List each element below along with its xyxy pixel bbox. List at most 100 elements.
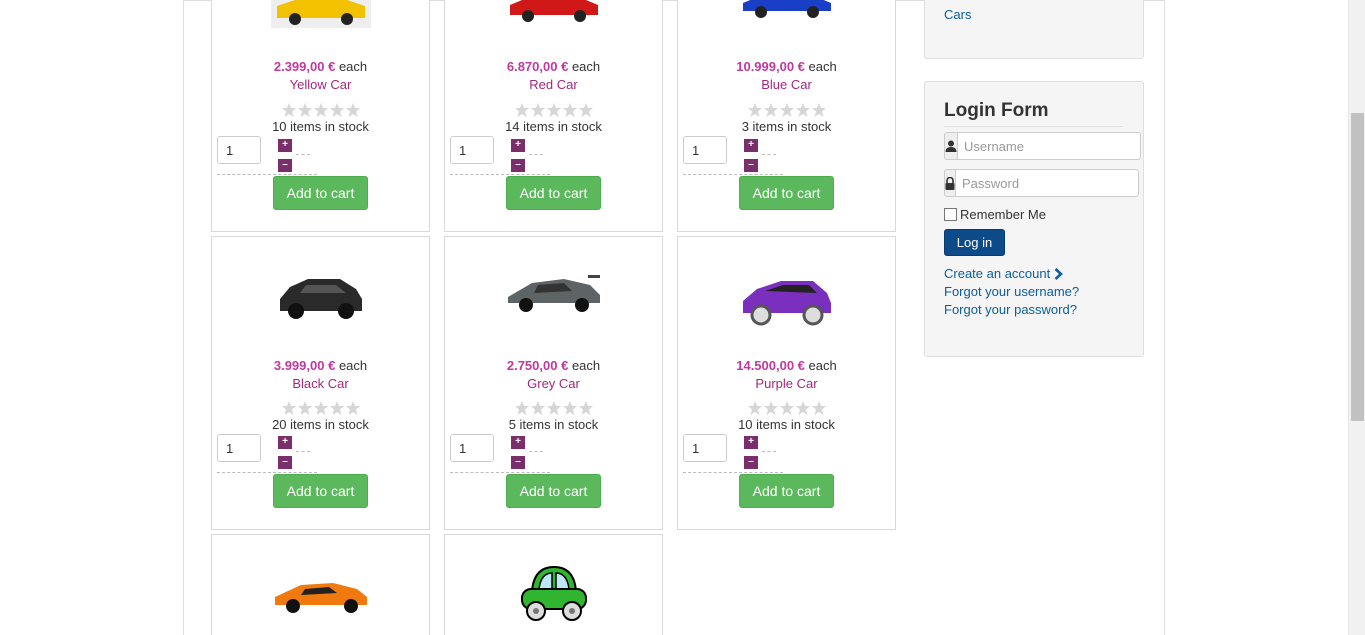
forgot-password-link[interactable]: Forgot your password? bbox=[944, 302, 1077, 317]
star-icon[interactable] bbox=[747, 102, 763, 118]
star-icon[interactable] bbox=[329, 102, 345, 118]
star-icon[interactable] bbox=[281, 400, 297, 416]
product-name-link[interactable]: Grey Car bbox=[445, 376, 662, 391]
star-icon[interactable] bbox=[297, 400, 313, 416]
cartoon-car-image bbox=[520, 565, 587, 621]
stock-text: 10 items in stock bbox=[272, 119, 369, 134]
product-image[interactable] bbox=[678, 0, 895, 21]
rating-stars[interactable] bbox=[212, 400, 429, 416]
quantity-decrease-button[interactable]: – bbox=[511, 456, 525, 469]
star-icon[interactable] bbox=[345, 400, 361, 416]
star-icon[interactable] bbox=[811, 400, 827, 416]
star-icon[interactable] bbox=[763, 400, 779, 416]
star-icon[interactable] bbox=[578, 400, 594, 416]
star-icon[interactable] bbox=[578, 102, 594, 118]
rating-stars[interactable] bbox=[445, 102, 662, 118]
quantity-input[interactable] bbox=[217, 136, 261, 164]
star-icon[interactable] bbox=[530, 102, 546, 118]
login-button[interactable]: Log in bbox=[944, 229, 1005, 256]
product-image[interactable] bbox=[445, 0, 662, 25]
star-icon[interactable] bbox=[546, 400, 562, 416]
star-icon[interactable] bbox=[546, 102, 562, 118]
add-to-cart-button[interactable]: Add to cart bbox=[506, 474, 601, 508]
star-icon[interactable] bbox=[562, 102, 578, 118]
product-name-link[interactable]: Blue Car bbox=[678, 77, 895, 92]
add-to-cart-button[interactable]: Add to cart bbox=[739, 176, 834, 210]
quantity-input[interactable] bbox=[217, 434, 261, 462]
quantity-increase-button[interactable]: + bbox=[511, 139, 525, 152]
quantity-input[interactable] bbox=[450, 434, 494, 462]
star-icon[interactable] bbox=[779, 400, 795, 416]
star-icon[interactable] bbox=[329, 400, 345, 416]
star-icon[interactable] bbox=[281, 102, 297, 118]
price-line: 2.750,00 € each bbox=[445, 358, 662, 373]
star-icon[interactable] bbox=[562, 400, 578, 416]
stock-text: 14 items in stock bbox=[505, 119, 602, 134]
product-name-link[interactable]: Red Car bbox=[445, 77, 662, 92]
create-account-link[interactable]: Create an account bbox=[944, 266, 1064, 281]
rating-stars[interactable] bbox=[445, 400, 662, 416]
star-icon[interactable] bbox=[763, 102, 779, 118]
rating-stars[interactable] bbox=[212, 102, 429, 118]
divider bbox=[944, 126, 1123, 127]
add-to-cart-button[interactable]: Add to cart bbox=[739, 474, 834, 508]
product-name-link[interactable]: Yellow Car bbox=[212, 77, 429, 92]
page-scrollbar[interactable] bbox=[1348, 0, 1365, 635]
login-form-title: Login Form bbox=[944, 100, 1049, 121]
price-unit: each bbox=[808, 358, 837, 373]
quantity-increase-button[interactable]: + bbox=[278, 436, 292, 449]
star-icon[interactable] bbox=[514, 400, 530, 416]
quantity-decrease-button[interactable]: – bbox=[744, 456, 758, 469]
add-to-cart-button[interactable]: Add to cart bbox=[506, 176, 601, 210]
star-icon[interactable] bbox=[345, 102, 361, 118]
quantity-decrease-button[interactable]: – bbox=[278, 456, 292, 469]
car-image bbox=[270, 0, 371, 28]
star-icon[interactable] bbox=[779, 102, 795, 118]
product-image[interactable] bbox=[445, 267, 662, 319]
star-icon[interactable] bbox=[297, 102, 313, 118]
add-to-cart-button[interactable]: Add to cart bbox=[273, 176, 368, 210]
car-image bbox=[507, 275, 600, 312]
remember-me-label[interactable]: Remember Me bbox=[960, 207, 1046, 222]
category-link-cars[interactable]: Cars bbox=[944, 7, 971, 22]
forgot-username-link[interactable]: Forgot your username? bbox=[944, 284, 1079, 299]
star-icon[interactable] bbox=[747, 400, 763, 416]
product-name-link[interactable]: Purple Car bbox=[678, 376, 895, 391]
quantity-decrease-button[interactable]: – bbox=[511, 159, 525, 172]
username-input[interactable] bbox=[957, 132, 1141, 160]
add-to-cart-button[interactable]: Add to cart bbox=[273, 474, 368, 508]
quantity-input[interactable] bbox=[683, 136, 727, 164]
product-name-link[interactable]: Black Car bbox=[212, 376, 429, 391]
quantity-increase-button[interactable]: + bbox=[278, 139, 292, 152]
quantity-increase-button[interactable]: + bbox=[744, 436, 758, 449]
star-icon[interactable] bbox=[530, 400, 546, 416]
product-image[interactable] bbox=[212, 265, 429, 325]
star-icon[interactable] bbox=[313, 400, 329, 416]
product-image[interactable] bbox=[678, 273, 895, 329]
product-image[interactable] bbox=[212, 575, 429, 615]
stock-text: 10 items in stock bbox=[738, 417, 835, 432]
star-icon[interactable] bbox=[795, 102, 811, 118]
password-input[interactable] bbox=[955, 169, 1139, 197]
product-card: 6.870,00 € each Red Car 14 items in stoc… bbox=[444, 0, 663, 232]
product-image[interactable] bbox=[445, 561, 662, 627]
create-account-label[interactable]: Create an account bbox=[944, 266, 1050, 281]
quantity-decrease-button[interactable]: – bbox=[744, 159, 758, 172]
star-icon[interactable] bbox=[313, 102, 329, 118]
star-icon[interactable] bbox=[811, 102, 827, 118]
scrollbar-thumb[interactable] bbox=[1351, 113, 1364, 421]
product-card bbox=[444, 534, 663, 635]
quantity-increase-button[interactable]: + bbox=[744, 139, 758, 152]
quantity-decrease-button[interactable]: – bbox=[278, 159, 292, 172]
quantity-input[interactable] bbox=[450, 136, 494, 164]
price-unit: each bbox=[571, 358, 601, 373]
quantity-input[interactable] bbox=[683, 434, 727, 462]
remember-me-checkbox[interactable] bbox=[944, 208, 957, 221]
car-image bbox=[509, 0, 598, 22]
star-icon[interactable] bbox=[514, 102, 530, 118]
rating-stars[interactable] bbox=[678, 102, 895, 118]
product-image[interactable] bbox=[212, 0, 429, 29]
star-icon[interactable] bbox=[795, 400, 811, 416]
quantity-increase-button[interactable]: + bbox=[511, 436, 525, 449]
rating-stars[interactable] bbox=[678, 400, 895, 416]
